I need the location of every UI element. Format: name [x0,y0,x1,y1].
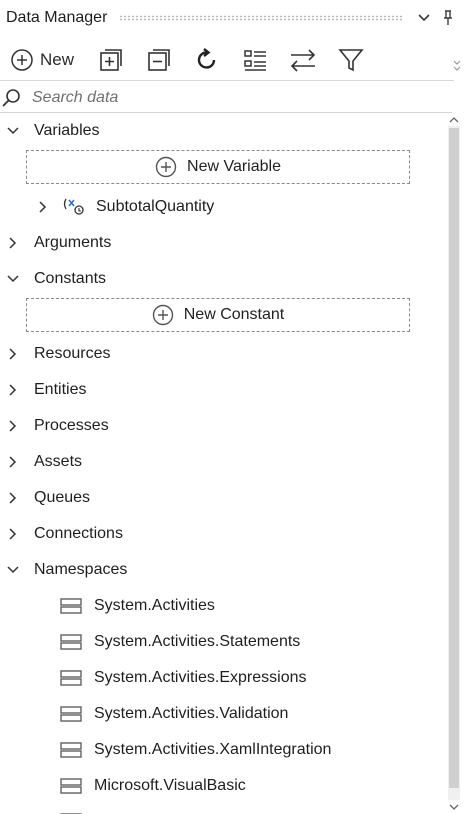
search-icon [2,89,20,107]
new-button[interactable]: New [10,44,74,76]
namespace-item[interactable]: System.Activities.XamlIntegration [0,735,331,765]
tree-node-label: Resources [34,345,111,362]
swap-arrows-icon [290,49,316,72]
namespace-item[interactable]: System.Activities.Statements [0,627,300,657]
scroll-up-icon[interactable] [448,114,460,126]
tree-node-label: Arguments [34,234,112,251]
tree-node-label: Variables [34,122,100,139]
refresh-button[interactable] [192,44,222,76]
toolbar-overflow-icon[interactable] [452,58,462,78]
namespace-icon [60,634,82,650]
namespace-icon [60,742,82,758]
tree-node-subtotalquantity[interactable]: SubtotalQuantity [30,192,214,222]
new-variable-label: New Variable [187,158,281,175]
toolbar: New [0,40,464,80]
namespace-item[interactable]: Microsoft.VisualBasic [0,771,246,801]
data-tree: Variables New Variable SubtotalQuantity … [0,114,444,814]
chevron-right-icon[interactable] [6,347,20,361]
variable-name: SubtotalQuantity [96,198,215,215]
chevron-right-icon[interactable] [36,200,50,214]
namespace-icon [60,778,82,794]
namespace-label: System.Activities.XamlIntegration [94,741,332,758]
sort-button[interactable] [288,44,318,76]
chevron-down-icon[interactable] [416,10,432,26]
namespace-label: System.Activities.Statements [94,633,301,650]
filter-button[interactable] [336,44,366,76]
filter-icon [338,49,364,72]
new-constant-button[interactable]: New Constant [26,298,410,332]
chevron-down-icon[interactable] [6,124,20,138]
tree-node-label: Processes [34,417,109,434]
namespace-item-partial [0,806,94,814]
tree-node-label: Queues [34,489,91,506]
namespace-icon [60,670,82,686]
tree-node-entities[interactable]: Entities [0,375,86,405]
tree-node-label: Assets [34,453,83,470]
new-constant-label: New Constant [183,306,285,323]
search-input[interactable] [30,88,434,108]
namespace-item[interactable]: System.Activities.Expressions [0,663,307,693]
namespace-icon [60,706,82,722]
namespace-label: System.Activities.Validation [94,705,289,722]
namespace-label: System.Activities.Expressions [94,669,307,686]
panel-titlebar: Data Manager [0,0,464,36]
tree-node-label: Namespaces [34,561,128,578]
tree-node-constants[interactable]: Constants [0,264,106,294]
expand-all-button[interactable] [96,44,126,76]
variable-icon [62,197,88,217]
namespace-item[interactable]: System.Activities.Validation [0,699,288,729]
tree-node-variables[interactable]: Variables [0,116,100,146]
scroll-down-icon[interactable] [448,801,460,813]
toolbar-divider [0,80,454,81]
chevron-down-icon[interactable] [6,563,20,577]
list-view-icon [244,50,267,71]
chevron-down-icon[interactable] [6,272,20,286]
panel-title: Data Manager [6,9,108,26]
tree-node-resources[interactable]: Resources [0,339,110,369]
plus-circle-icon [152,304,173,326]
tree-scrollbar[interactable] [446,112,462,814]
drag-grip[interactable] [119,15,404,21]
tree-node-queues[interactable]: Queues [0,483,90,513]
plus-circle-icon [155,156,177,178]
namespace-label: System.Activities [94,597,215,614]
chevron-right-icon[interactable] [6,491,20,505]
tree-node-label: Connections [34,525,123,542]
tree-node-assets[interactable]: Assets [0,447,82,477]
pin-icon[interactable] [440,10,456,26]
tree-node-label: Constants [34,270,107,287]
refresh-icon [197,48,216,69]
search-bar [0,84,452,113]
namespace-label: Microsoft.VisualBasic [94,777,246,794]
tree-node-connections[interactable]: Connections [0,519,123,549]
expand-all-icon [100,49,122,71]
chevron-right-icon[interactable] [6,455,20,469]
namespace-item[interactable]: System.Activities [0,591,215,621]
collapse-all-icon [148,49,170,71]
scrollbar-thumb[interactable] [449,128,459,788]
namespace-icon [60,598,82,614]
plus-circle-icon [11,49,33,71]
new-button-label: New [40,50,75,69]
chevron-right-icon[interactable] [6,527,20,541]
tree-node-label: Entities [34,381,87,398]
tree-node-namespaces[interactable]: Namespaces [0,555,127,585]
chevron-right-icon[interactable] [6,419,20,433]
list-view-button[interactable] [240,44,270,76]
tree-node-arguments[interactable]: Arguments [0,228,111,258]
collapse-all-button[interactable] [144,44,174,76]
chevron-right-icon[interactable] [6,236,20,250]
new-variable-button[interactable]: New Variable [26,150,410,184]
chevron-right-icon[interactable] [6,383,20,397]
tree-node-processes[interactable]: Processes [0,411,109,441]
